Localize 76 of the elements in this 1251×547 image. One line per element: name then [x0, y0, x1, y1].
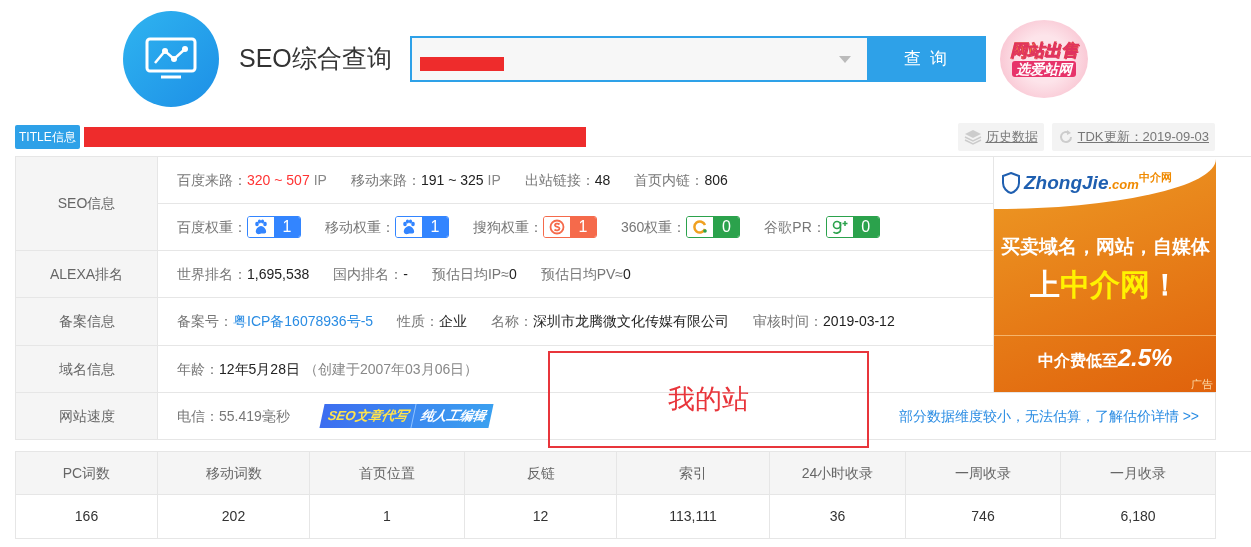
row-label: 网站速度 — [16, 393, 158, 440]
row-label: ALEXA排名 — [16, 251, 158, 298]
row-label: 备案信息 — [16, 298, 158, 346]
field-label: 百度权重： — [177, 217, 247, 237]
field-label: 备案号： — [177, 312, 233, 331]
unit-text: IP — [487, 170, 501, 190]
table-cell: 202 — [158, 495, 310, 539]
row-label: 域名信息 — [16, 346, 158, 393]
row-label: SEO信息 — [16, 157, 158, 251]
annotation-box: 我的站 — [548, 351, 869, 448]
field-label: 出站链接： — [524, 170, 595, 190]
field-label: 移动来路： — [350, 170, 421, 190]
field-value: 0 — [623, 264, 631, 284]
registration-link[interactable]: 粤ICP备16078936号-5 — [233, 311, 374, 332]
weight-badge: 1 — [247, 216, 301, 238]
field-label: 预估日均IP≈ — [431, 264, 509, 284]
column-header: 24小时收录 — [770, 452, 906, 495]
table-cell: 1 — [310, 495, 465, 539]
search-button[interactable]: 查 询 — [866, 36, 986, 82]
table-cell: 166 — [16, 495, 158, 539]
title-badge: TITLE信息 — [15, 125, 80, 149]
details-link[interactable]: 部分数据维度较小，无法估算，了解估价详情 >> — [898, 405, 1199, 427]
table-cell: 746 — [906, 495, 1061, 539]
column-header: 首页位置 — [310, 452, 465, 495]
column-header: 一周收录 — [906, 452, 1061, 495]
refresh-icon — [1057, 129, 1074, 145]
column-header: 移动词数 — [158, 452, 310, 495]
column-header: 反链 — [465, 452, 617, 495]
weight-badge: 1 — [543, 216, 597, 238]
field-value: 191 ~ 325 — [420, 170, 484, 190]
column-header: 一月收录 — [1061, 452, 1216, 495]
field-value: 1,695,538 — [247, 264, 310, 284]
unit-text: IP — [313, 170, 327, 190]
column-header: PC词数 — [16, 452, 158, 495]
table-cell: 36 — [770, 495, 906, 539]
field-label: 电信：55.419毫秒 — [177, 406, 290, 426]
field-label: 世界排名： — [177, 264, 247, 284]
table-cell: 113,111 — [617, 495, 770, 539]
field-label: 谷歌PR： — [764, 217, 826, 237]
shield-icon — [1002, 172, 1020, 194]
unit-text: （创建于2007年03月06日） — [303, 359, 479, 379]
field-value: - — [403, 264, 408, 284]
ad-tag: 广告 — [1191, 375, 1213, 392]
table-cell: 6,180 — [1061, 495, 1216, 539]
weight-badge: 0 — [686, 216, 741, 238]
field-label: 年龄： — [177, 359, 219, 379]
field-label: 预估日均PV≈ — [540, 264, 624, 284]
table-cell: 12 — [465, 495, 617, 539]
ad-slogan: 上中介网！ — [1029, 266, 1181, 303]
field-label: 性质： — [397, 312, 440, 331]
search-field[interactable] — [409, 36, 867, 82]
column-header: 索引 — [617, 452, 770, 495]
field-label: 审核时间： — [753, 312, 824, 331]
field-label: 国内排名： — [333, 264, 404, 284]
promo-banner[interactable]: SEO文章代写 纯人工编辑 — [319, 404, 494, 428]
field-value: 806 — [704, 170, 728, 190]
ad-headline: 买卖域名，网站，自媒体 — [999, 235, 1211, 259]
field-label: 搜狗权重： — [473, 217, 543, 237]
field-label: 名称： — [491, 312, 534, 331]
field-value: 320 ~ 507 — [247, 170, 310, 190]
field-value: 深圳市龙腾微文化传媒有限公司 — [533, 312, 730, 331]
weight-badge: 1 — [395, 216, 449, 238]
stack-icon — [963, 129, 982, 145]
field-label: 首页内链： — [634, 170, 705, 190]
weight-badge: 0 — [825, 216, 880, 238]
field-label: 360权重： — [621, 217, 687, 237]
field-label: 百度来路： — [177, 170, 247, 190]
ad-offer: 中介费低至2.5% — [994, 335, 1216, 376]
field-value: 企业 — [439, 312, 468, 331]
field-value: 2019-03-12 — [823, 312, 895, 331]
field-value: 48 — [594, 170, 611, 190]
field-value: 0 — [508, 264, 517, 284]
field-label: 移动权重： — [325, 217, 395, 237]
promo-badge[interactable]: 网站出售 选爱站网 — [999, 20, 1088, 98]
field-value: 12年5月28日 — [219, 359, 300, 379]
site-title: SEO综合查询 — [239, 43, 392, 75]
